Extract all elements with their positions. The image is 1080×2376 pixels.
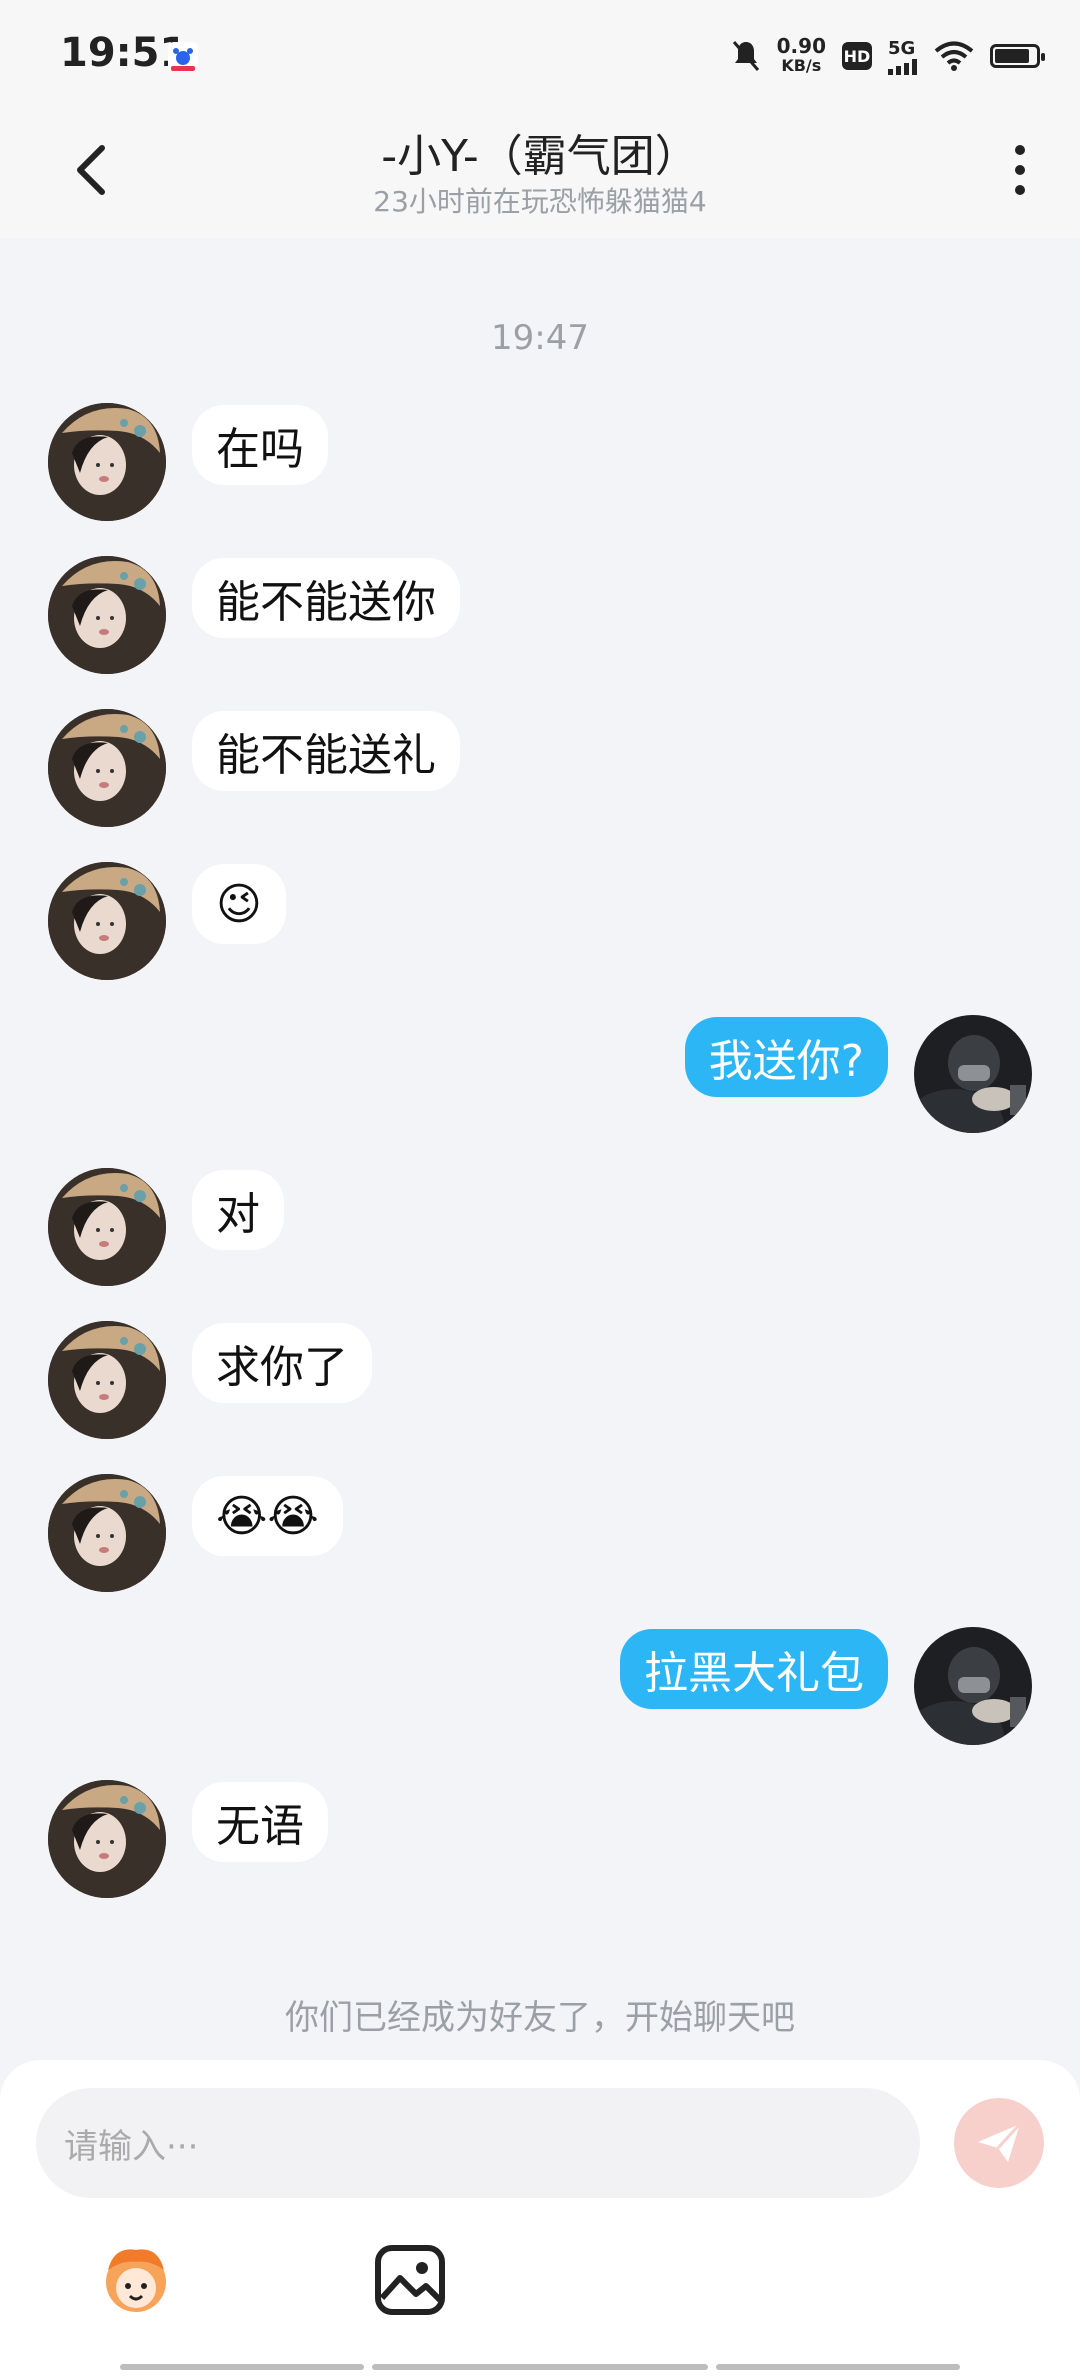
network-type: 5G [888, 37, 916, 59]
message-bubble[interactable]: 无语 [192, 1782, 328, 1862]
contact-avatar[interactable] [48, 1474, 166, 1592]
signal-icon [888, 58, 917, 75]
network-speed: 0.90 KB/s [776, 34, 826, 75]
contact-avatar[interactable] [48, 862, 166, 980]
incoming-message: 😭😭 [0, 1474, 1080, 1594]
send-icon [978, 2122, 1022, 2162]
send-button[interactable] [954, 2098, 1044, 2188]
incoming-message: 能不能送礼 [0, 709, 1080, 829]
outgoing-message: 我送你? [0, 1015, 1080, 1135]
incoming-message: 能不能送你 [0, 556, 1080, 676]
chat-subtitle: 23小时前在玩恐怖躲猫猫4 [373, 185, 707, 218]
gesture-bar [0, 2356, 1080, 2376]
contact-avatar[interactable] [48, 403, 166, 521]
message-bubble[interactable]: 求你了 [192, 1323, 372, 1403]
baidu-icon [168, 42, 198, 72]
battery-icon [990, 44, 1045, 68]
message-bubble[interactable]: 😭😭 [192, 1476, 343, 1556]
message-timestamp: 19:47 [491, 318, 589, 358]
message-bubble[interactable]: 在吗 [192, 405, 328, 485]
status-bar: 19:51 0.90 KB/s HD 5G [0, 0, 1080, 110]
my-avatar[interactable] [914, 1015, 1032, 1133]
more-options-icon[interactable] [1010, 140, 1030, 200]
image-icon[interactable] [370, 2240, 450, 2320]
mute-icon [732, 41, 759, 71]
message-bubble[interactable]: 😉 [192, 864, 286, 944]
status-icons: 0.90 KB/s HD 5G [731, 34, 1045, 76]
message-bubble[interactable]: 能不能送礼 [192, 711, 460, 791]
emoji-sticker-icon[interactable] [96, 2240, 176, 2320]
outgoing-message: 拉黑大礼包 [0, 1627, 1080, 1747]
incoming-message: 😉 [0, 862, 1080, 982]
message-bubble[interactable]: 能不能送你 [192, 558, 460, 638]
wifi-icon [934, 41, 974, 71]
contact-avatar[interactable] [48, 1168, 166, 1286]
contact-avatar[interactable] [48, 1780, 166, 1898]
message-list[interactable]: 19:47 在吗 能不能送你 能不能送礼 😉 我送你? 对 求你了 😭😭 拉黑大… [0, 238, 1080, 2060]
message-bubble[interactable]: 对 [192, 1170, 284, 1250]
contact-avatar[interactable] [48, 709, 166, 827]
hd-badge: HD [842, 42, 872, 70]
chat-header: -小Y-（霸气团） 23小时前在玩恐怖躲猫猫4 [0, 110, 1080, 238]
composer: 请输入··· [0, 2060, 1080, 2376]
incoming-message: 在吗 [0, 403, 1080, 523]
message-input[interactable]: 请输入··· [36, 2088, 920, 2198]
chat-title: -小Y-（霸气团） [381, 131, 699, 182]
message-bubble[interactable]: 我送你? [684, 1017, 888, 1097]
message-bubble[interactable]: 拉黑大礼包 [620, 1629, 888, 1709]
incoming-message: 无语 [0, 1780, 1080, 1900]
incoming-message: 对 [0, 1168, 1080, 1288]
contact-avatar[interactable] [48, 556, 166, 674]
friend-notice: 你们已经成为好友了，开始聊天吧 [285, 1998, 795, 2038]
contact-avatar[interactable] [48, 1321, 166, 1439]
incoming-message: 求你了 [0, 1321, 1080, 1441]
my-avatar[interactable] [914, 1627, 1032, 1745]
